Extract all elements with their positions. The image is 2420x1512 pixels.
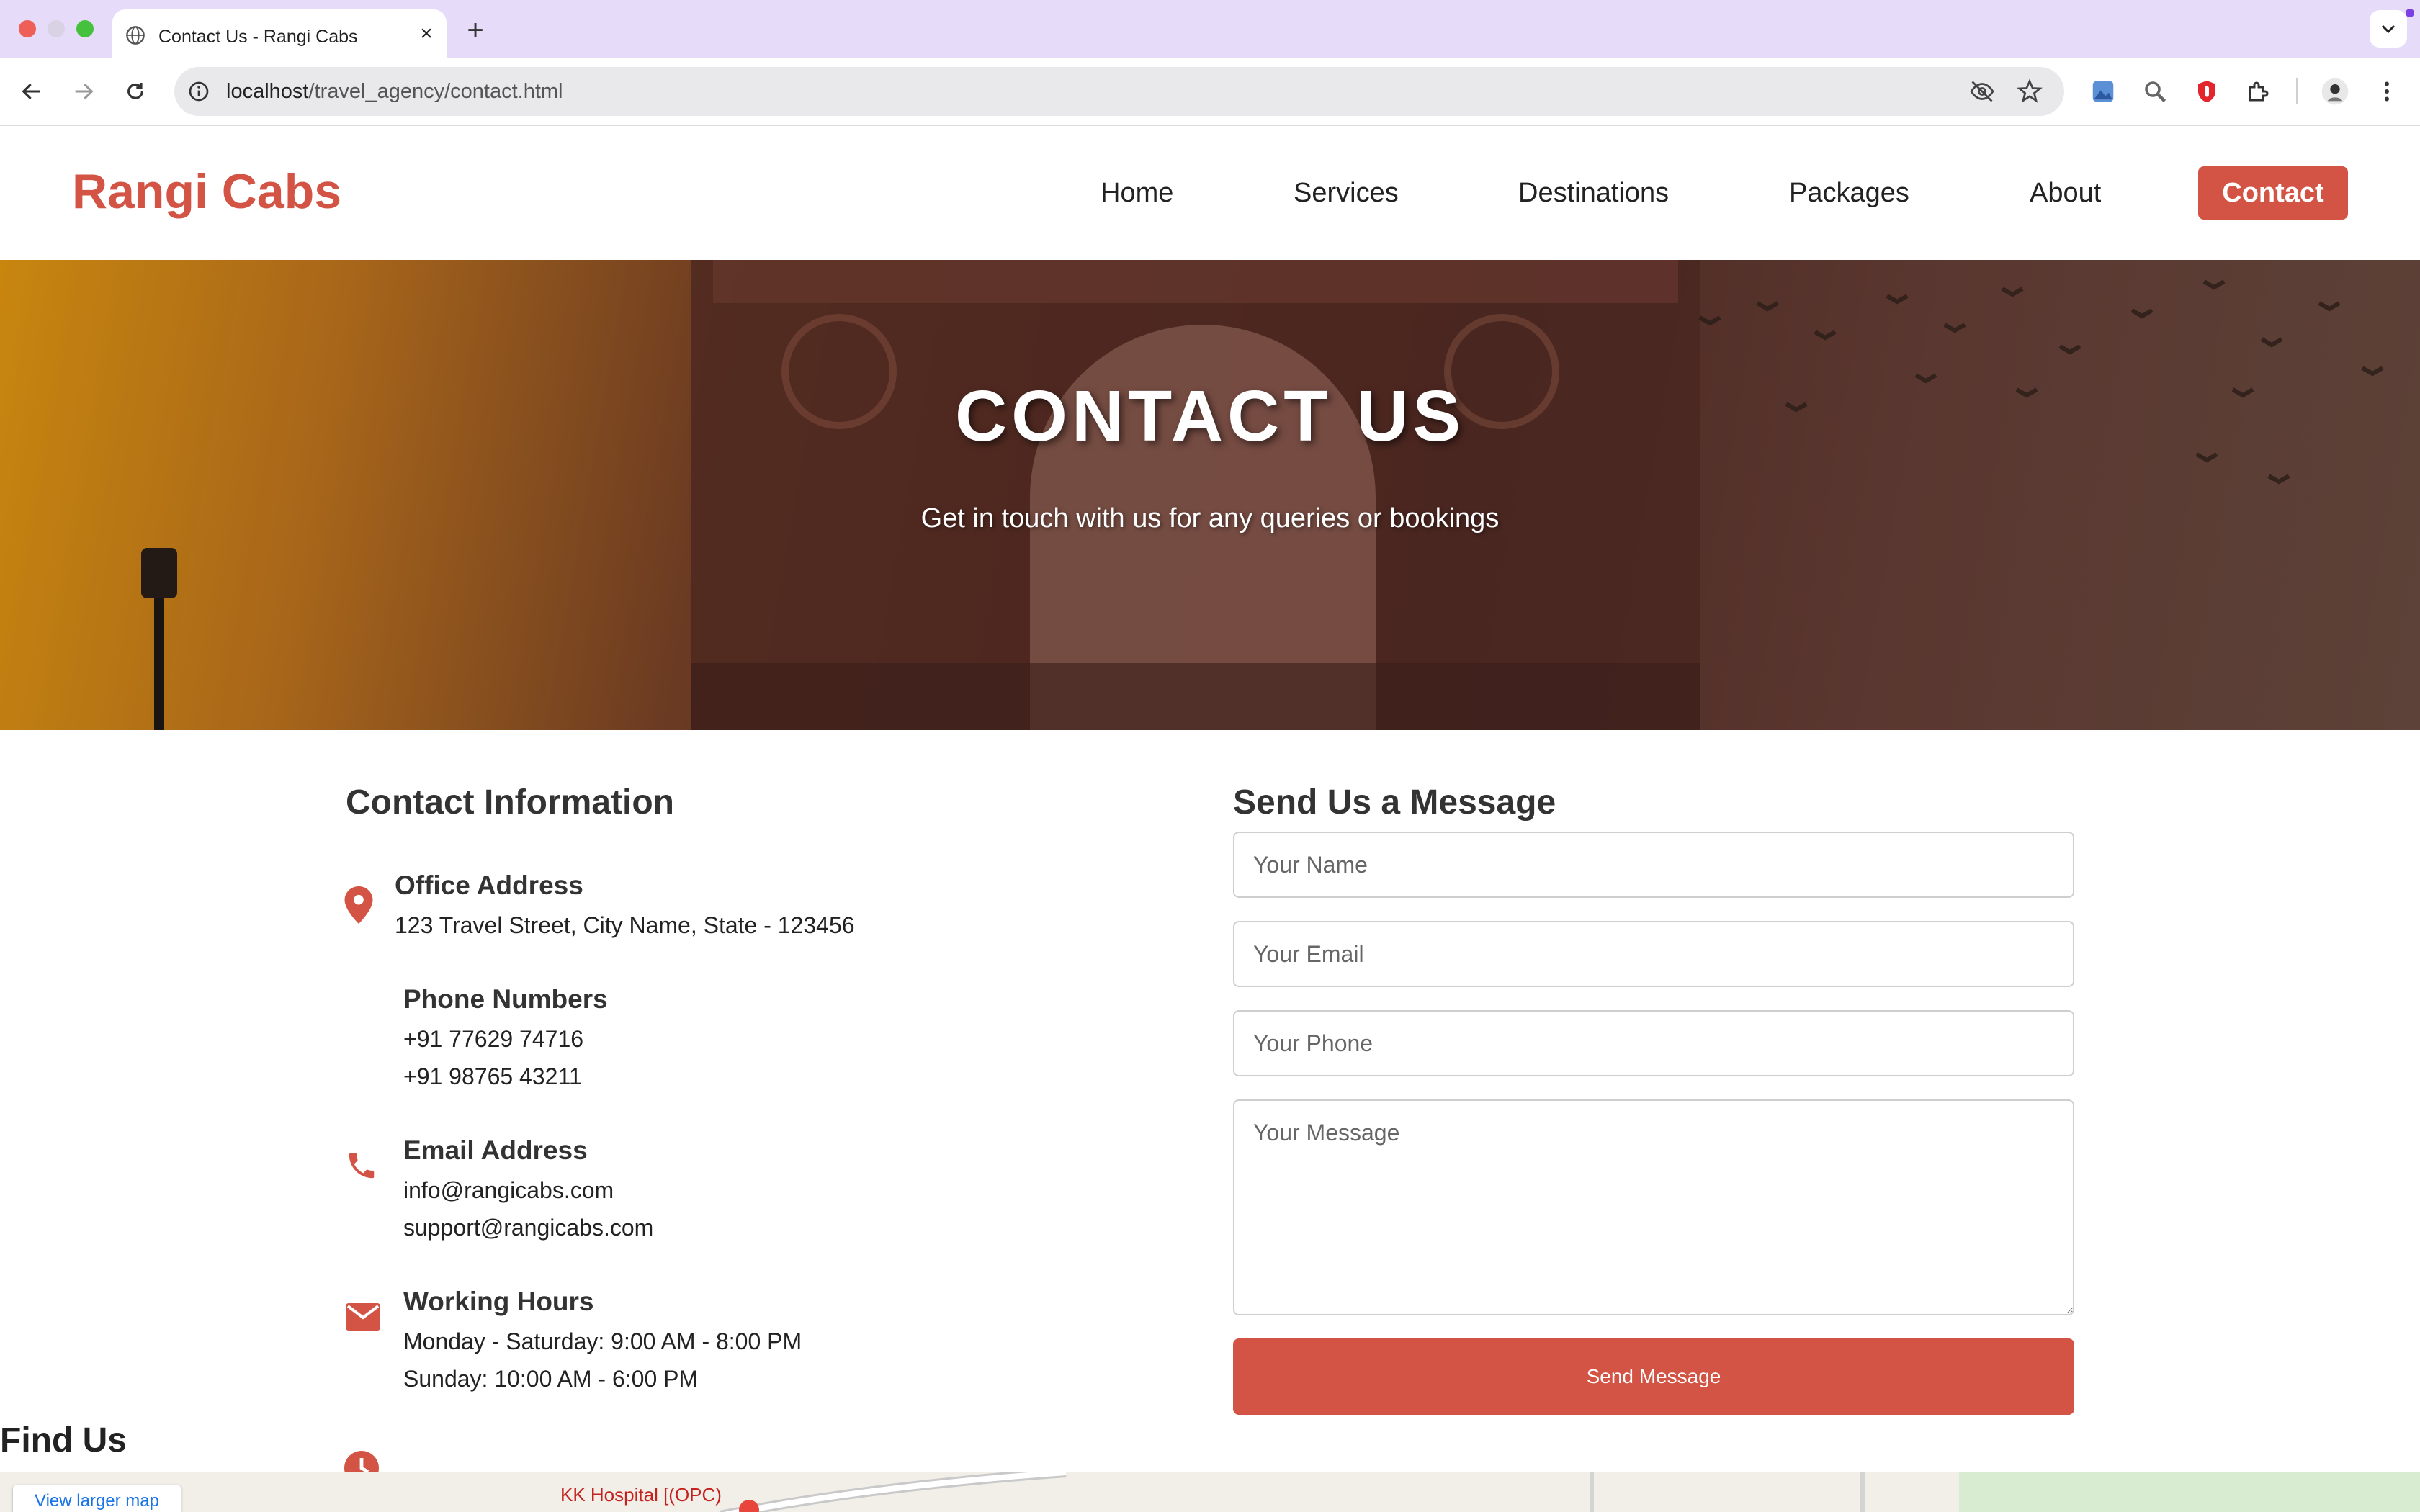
nav-about[interactable]: About	[2030, 178, 2101, 209]
address-bar[interactable]: localhost/travel_agency/contact.html	[174, 67, 2064, 116]
site-logo[interactable]: Rangi Cabs	[72, 163, 341, 220]
india-gate-background	[141, 260, 2384, 730]
browser-menu-icon[interactable]	[2370, 74, 2404, 109]
notification-dot	[2406, 9, 2414, 17]
phone-field[interactable]	[1233, 1010, 2074, 1076]
envelope-icon	[344, 1298, 382, 1336]
tab-close-icon[interactable]: ×	[412, 19, 441, 48]
office-address-line: 123 Travel Street, City Name, State - 12…	[395, 912, 855, 938]
hero-subtitle: Get in touch with us for any queries or …	[920, 503, 1500, 534]
url-text[interactable]: localhost/travel_agency/contact.html	[226, 80, 563, 104]
email-address-title: Email Address	[403, 1135, 588, 1165]
email-field[interactable]	[1233, 921, 2074, 987]
browser-tab-strip: Contact Us - Rangi Cabs × +	[0, 0, 2420, 58]
view-larger-map-link[interactable]: View larger map	[13, 1485, 181, 1512]
globe-icon	[126, 26, 145, 45]
email-address-1[interactable]: info@rangicabs.com	[403, 1177, 614, 1204]
eye-off-icon[interactable]	[1968, 77, 1996, 106]
embedded-map[interactable]: View larger map KK Hospital [(OPC)	[0, 1472, 2420, 1512]
bookmark-star-icon[interactable]	[2015, 77, 2044, 106]
profile-avatar-icon[interactable]	[2318, 74, 2352, 109]
site-info-icon[interactable]	[187, 80, 210, 103]
office-address-title: Office Address	[395, 870, 583, 900]
nav-home[interactable]: Home	[1101, 178, 1173, 209]
working-hours-weekday: Monday - Saturday: 9:00 AM - 8:00 PM	[403, 1328, 802, 1354]
phone-icon	[343, 1147, 380, 1184]
email-address-2[interactable]: support@rangicabs.com	[403, 1215, 653, 1241]
hero-banner: CONTACT US Get in touch with us for any …	[0, 260, 2420, 730]
window-close-button[interactable]	[19, 20, 36, 37]
name-field[interactable]	[1233, 832, 2074, 898]
message-field[interactable]	[1233, 1099, 2074, 1315]
contact-info-heading: Contact Information	[346, 783, 674, 822]
reload-button[interactable]	[118, 74, 153, 109]
working-hours-sunday: Sunday: 10:00 AM - 6:00 PM	[403, 1366, 699, 1392]
nav-contact[interactable]: Contact	[2198, 166, 2348, 220]
extensions-puzzle-icon[interactable]	[2241, 74, 2276, 109]
new-tab-button[interactable]: +	[458, 14, 493, 46]
find-us-heading: Find Us	[0, 1421, 127, 1459]
map-place-label[interactable]: KK Hospital [(OPC)	[560, 1484, 722, 1506]
url-path: /travel_agency/contact.html	[308, 80, 563, 103]
site-navbar: Rangi Cabs Home Services Destinations Pa…	[0, 127, 2420, 260]
chevron-down-icon	[2381, 24, 2396, 34]
toolbar-divider	[2296, 78, 2298, 104]
nav-packages[interactable]: Packages	[1789, 178, 1909, 209]
extension-image-icon[interactable]	[2086, 74, 2120, 109]
tab-search-button[interactable]	[2370, 10, 2407, 48]
nav-destinations[interactable]: Destinations	[1518, 178, 1669, 209]
browser-toolbar: localhost/travel_agency/contact.html	[0, 58, 2420, 126]
phone-number-2[interactable]: +91 98765 43211	[403, 1063, 582, 1090]
arrow-right-icon	[75, 83, 94, 100]
tab-title: Contact Us - Rangi Cabs	[158, 27, 358, 47]
form-heading: Send Us a Message	[1233, 783, 1556, 822]
hero-title: CONTACT US	[954, 376, 1466, 456]
back-button[interactable]	[14, 74, 49, 109]
map-pin-icon	[340, 886, 377, 924]
extension-search-icon[interactable]	[2138, 74, 2172, 109]
url-host: localhost	[226, 80, 309, 103]
nav-services[interactable]: Services	[1294, 178, 1399, 209]
map-roads	[719, 1472, 2420, 1512]
working-hours-title: Working Hours	[403, 1287, 594, 1316]
phone-numbers-title: Phone Numbers	[403, 984, 608, 1014]
send-message-button[interactable]: Send Message	[1233, 1338, 2074, 1415]
arrow-left-icon	[22, 83, 40, 100]
window-maximize-button[interactable]	[76, 20, 94, 37]
phone-number-1[interactable]: +91 77629 74716	[403, 1026, 583, 1053]
web-page: Rangi Cabs Home Services Destinations Pa…	[0, 127, 2420, 1512]
browser-tab[interactable]: Contact Us - Rangi Cabs ×	[112, 9, 447, 58]
window-minimize-button[interactable]	[48, 20, 65, 37]
extension-shield-icon[interactable]	[2190, 74, 2224, 109]
forward-button[interactable]	[66, 74, 101, 109]
reload-icon	[127, 83, 143, 99]
